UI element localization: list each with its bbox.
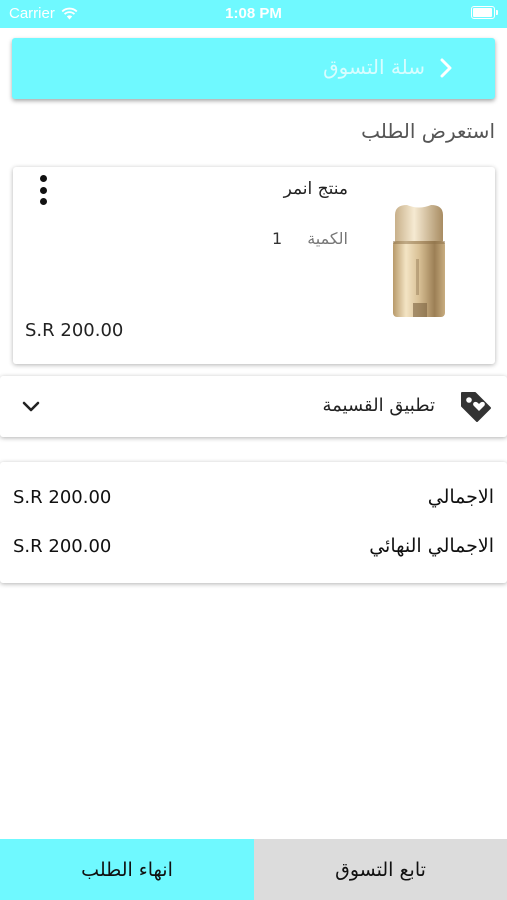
product-name: منتج انمر: [283, 179, 348, 199]
more-vertical-icon[interactable]: [37, 175, 49, 205]
status-bar: Carrier 1:08 PM: [0, 0, 507, 28]
total-label: الاجمالي النهائي: [369, 535, 494, 557]
total-value: S.R 200.00: [13, 536, 112, 557]
product-image: [393, 205, 445, 317]
continue-shopping-button[interactable]: تابع التسوق: [254, 839, 507, 900]
subtotal-value: S.R 200.00: [13, 487, 112, 508]
coupon-label: تطبيق القسيمة: [322, 395, 435, 416]
subtotal-label: الاجمالي: [427, 486, 494, 508]
quantity-value: 1: [272, 229, 283, 248]
order-review-label: استعرض الطلب: [361, 119, 495, 143]
tag-icon: [461, 392, 491, 422]
battery-icon: [471, 6, 498, 19]
page-title: سلة التسوق: [323, 55, 425, 79]
status-time: 1:08 PM: [225, 5, 282, 22]
header-bar: سلة التسوق: [12, 38, 495, 99]
totals-card: الاجمالي S.R 200.00 الاجمالي النهائي S.R…: [0, 462, 507, 583]
chevron-right-icon[interactable]: [433, 55, 459, 81]
finish-order-button[interactable]: انهاء الطلب: [0, 839, 254, 900]
quantity-label: الكمية: [307, 229, 348, 248]
chevron-down-icon[interactable]: [20, 395, 42, 417]
cart-item-card: منتج انمر الكمية 1 S.R 200.00: [13, 167, 495, 364]
coupon-bar[interactable]: تطبيق القسيمة: [0, 376, 507, 437]
product-price: S.R 200.00: [25, 320, 124, 341]
